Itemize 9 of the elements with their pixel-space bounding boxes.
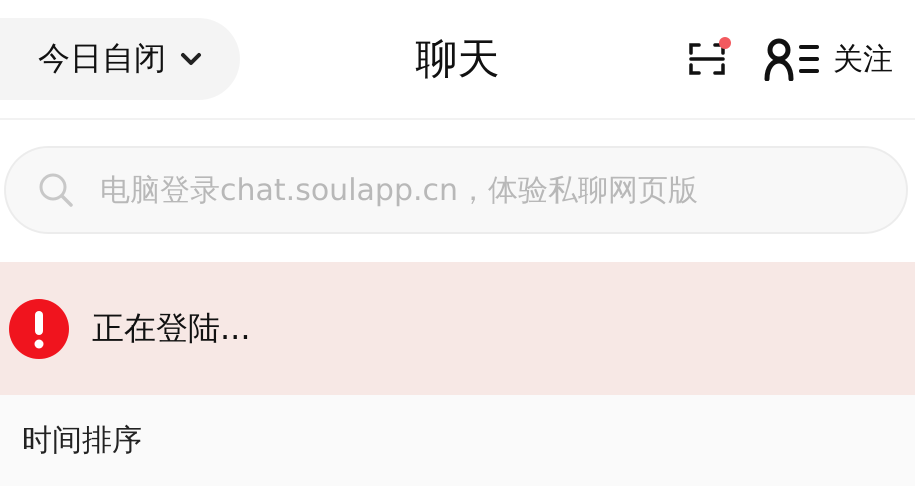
page-title: 聊天 bbox=[416, 33, 500, 85]
chevron-down-icon bbox=[180, 52, 202, 66]
search-field[interactable]: 电脑登录chat.soulapp.cn，体验私聊网页版 bbox=[4, 146, 908, 234]
alert-icon bbox=[8, 298, 70, 360]
sort-label[interactable]: 时间排序 bbox=[22, 420, 142, 461]
person-list-icon bbox=[763, 37, 821, 81]
follow-button[interactable]: 关注 bbox=[763, 37, 893, 81]
status-text: 正在登陆... bbox=[92, 308, 251, 348]
mode-selector[interactable]: 今日自闭 bbox=[0, 18, 240, 100]
